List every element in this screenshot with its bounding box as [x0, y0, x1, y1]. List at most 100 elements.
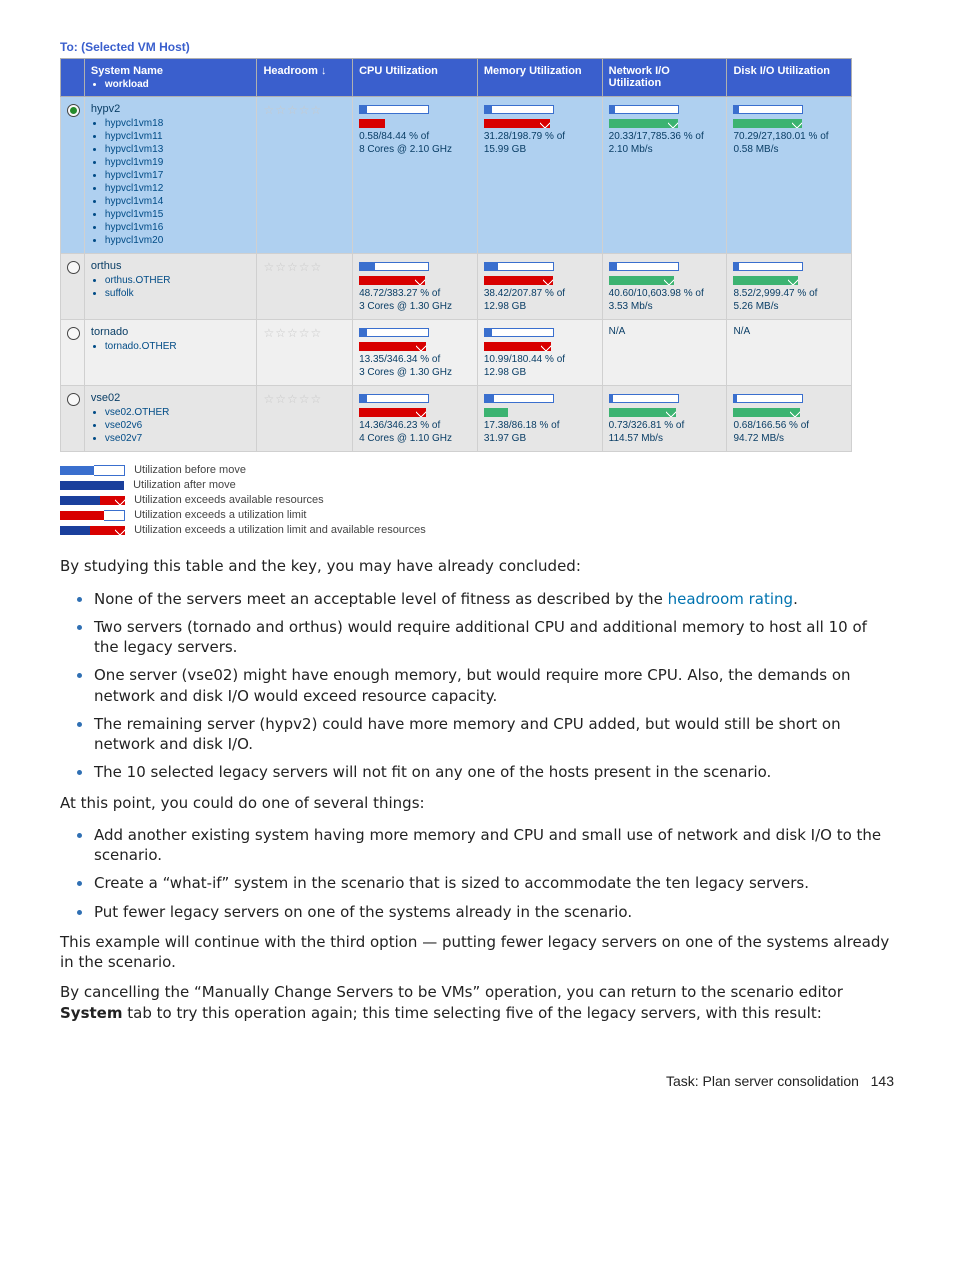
system-name-cell: hypv2hypvcl1vm18hypvcl1vm11hypvcl1vm13hy…	[84, 97, 257, 254]
headroom-rating-link[interactable]: headroom rating	[668, 590, 793, 608]
document-body: By studying this table and the key, you …	[60, 556, 894, 1023]
col-system-name[interactable]: System Name workload	[84, 59, 257, 97]
workload-list: vse02.OTHERvse02v6vse02v7	[105, 406, 251, 445]
col-label: System Name	[91, 65, 163, 77]
panel-title: To: (Selected VM Host)	[60, 40, 894, 54]
col-sublabel: workload	[105, 79, 251, 90]
workload-item: vse02.OTHER	[105, 406, 251, 419]
radio-icon[interactable]	[67, 393, 80, 406]
disk-cell: 70.29/27,180.01 % of0.58 MB/s	[727, 97, 852, 254]
workload-item: suffolk	[105, 287, 251, 300]
workload-item: hypvcl1vm12	[105, 182, 251, 195]
list-item: Two servers (tornado and orthus) would r…	[94, 615, 894, 658]
workload-item: hypvcl1vm11	[105, 130, 251, 143]
table-header-row: System Name workload Headroom ↓ CPU Util…	[61, 59, 852, 97]
legend-label: Utilization exceeds a utilization limit …	[134, 524, 426, 536]
workload-item: vse02v7	[105, 432, 251, 445]
bullet-list: Add another existing system having more …	[60, 823, 894, 922]
disk-cell: 8.52/2,999.47 % of5.26 MB/s	[727, 254, 852, 320]
network-cell: N/A	[602, 320, 727, 386]
legend-item: Utilization after move	[60, 479, 894, 491]
disk-cell: 0.68/166.56 % of94.72 MB/s	[727, 386, 852, 452]
headroom-cell: ☆☆☆☆☆	[257, 386, 353, 452]
footer-label: Task: Plan server consolidation	[666, 1073, 859, 1089]
radio-icon[interactable]	[67, 261, 80, 274]
star-rating-icon: ☆☆☆☆☆	[263, 392, 322, 406]
workload-item: vse02v6	[105, 419, 251, 432]
memory-cell: 31.28/198.79 % of15.99 GB	[477, 97, 602, 254]
col-network[interactable]: Network I/O Utilization	[602, 59, 727, 97]
text: By cancelling the “Manually Change Serve…	[60, 983, 843, 1001]
list-item: One server (vse02) might have enough mem…	[94, 663, 894, 706]
workload-item: hypvcl1vm20	[105, 234, 251, 247]
cpu-cell: 14.36/346.23 % of4 Cores @ 1.10 GHz	[353, 386, 478, 452]
legend-label: Utilization after move	[133, 479, 236, 491]
legend-label: Utilization exceeds available resources	[134, 494, 324, 506]
paragraph: At this point, you could do one of sever…	[60, 793, 894, 813]
table-row[interactable]: hypv2hypvcl1vm18hypvcl1vm11hypvcl1vm13hy…	[61, 97, 852, 254]
col-headroom[interactable]: Headroom ↓	[257, 59, 353, 97]
radio-icon[interactable]	[67, 327, 80, 340]
legend-label: Utilization before move	[134, 464, 246, 476]
list-item: The remaining server (hypv2) could have …	[94, 712, 894, 755]
legend-item: Utilization exceeds a utilization limit …	[60, 524, 894, 536]
workload-item: hypvcl1vm13	[105, 143, 251, 156]
radio-icon[interactable]	[67, 104, 80, 117]
col-disk[interactable]: Disk I/O Utilization	[727, 59, 852, 97]
memory-cell: 38.42/207.87 % of12.98 GB	[477, 254, 602, 320]
network-cell: 40.60/10,603.98 % of3.53 Mb/s	[602, 254, 727, 320]
workload-list: tornado.OTHER	[105, 340, 251, 353]
system-name-cell: vse02vse02.OTHERvse02v6vse02v7	[84, 386, 257, 452]
vm-host-table: System Name workload Headroom ↓ CPU Util…	[60, 58, 852, 452]
list-item: None of the servers meet an acceptable l…	[94, 587, 894, 609]
text: tab to try this operation again; this ti…	[122, 1004, 821, 1022]
workload-list: hypvcl1vm18hypvcl1vm11hypvcl1vm13hypvcl1…	[105, 117, 251, 247]
headroom-cell: ☆☆☆☆☆	[257, 254, 353, 320]
workload-item: hypvcl1vm18	[105, 117, 251, 130]
col-select	[61, 59, 85, 97]
cpu-cell: 0.58/84.44 % of8 Cores @ 2.10 GHz	[353, 97, 478, 254]
paragraph: This example will continue with the thir…	[60, 932, 894, 973]
bullet-list: None of the servers meet an acceptable l…	[60, 587, 894, 783]
star-rating-icon: ☆☆☆☆☆	[263, 260, 322, 274]
paragraph: By cancelling the “Manually Change Serve…	[60, 982, 894, 1023]
headroom-cell: ☆☆☆☆☆	[257, 320, 353, 386]
list-item: Put fewer legacy servers on one of the s…	[94, 900, 894, 922]
disk-cell: N/A	[727, 320, 852, 386]
memory-cell: 10.99/180.44 % of12.98 GB	[477, 320, 602, 386]
star-rating-icon: ☆☆☆☆☆	[263, 103, 322, 117]
list-item: Create a “what-if” system in the scenari…	[94, 871, 894, 893]
table-row[interactable]: orthusorthus.OTHERsuffolk ☆☆☆☆☆ 48.72/38…	[61, 254, 852, 320]
system-name-cell: tornadotornado.OTHER	[84, 320, 257, 386]
memory-cell: 17.38/86.18 % of31.97 GB	[477, 386, 602, 452]
legend-item: Utilization before move	[60, 464, 894, 476]
col-memory[interactable]: Memory Utilization	[477, 59, 602, 97]
row-radio-cell[interactable]	[61, 97, 85, 254]
row-radio-cell[interactable]	[61, 254, 85, 320]
row-radio-cell[interactable]	[61, 386, 85, 452]
workload-item: orthus.OTHER	[105, 274, 251, 287]
page-number: 143	[871, 1073, 894, 1089]
workload-item: hypvcl1vm16	[105, 221, 251, 234]
network-cell: 0.73/326.81 % of114.57 Mb/s	[602, 386, 727, 452]
workload-item: hypvcl1vm17	[105, 169, 251, 182]
legend: Utilization before move Utilization afte…	[60, 464, 894, 536]
workload-list: orthus.OTHERsuffolk	[105, 274, 251, 300]
paragraph: By studying this table and the key, you …	[60, 556, 894, 576]
bold-text: System	[60, 1004, 122, 1022]
legend-item: Utilization exceeds a utilization limit	[60, 509, 894, 521]
legend-label: Utilization exceeds a utilization limit	[134, 509, 306, 521]
legend-item: Utilization exceeds available resources	[60, 494, 894, 506]
row-radio-cell[interactable]	[61, 320, 85, 386]
cpu-cell: 13.35/346.34 % of3 Cores @ 1.30 GHz	[353, 320, 478, 386]
workload-item: tornado.OTHER	[105, 340, 251, 353]
page-footer: Task: Plan server consolidation 143	[60, 1073, 894, 1089]
workload-item: hypvcl1vm14	[105, 195, 251, 208]
table-row[interactable]: tornadotornado.OTHER ☆☆☆☆☆ 13.35/346.34 …	[61, 320, 852, 386]
cpu-cell: 48.72/383.27 % of3 Cores @ 1.30 GHz	[353, 254, 478, 320]
list-item: The 10 selected legacy servers will not …	[94, 760, 894, 782]
table-row[interactable]: vse02vse02.OTHERvse02v6vse02v7 ☆☆☆☆☆ 14.…	[61, 386, 852, 452]
col-cpu[interactable]: CPU Utilization	[353, 59, 478, 97]
workload-item: hypvcl1vm19	[105, 156, 251, 169]
list-item: Add another existing system having more …	[94, 823, 894, 866]
